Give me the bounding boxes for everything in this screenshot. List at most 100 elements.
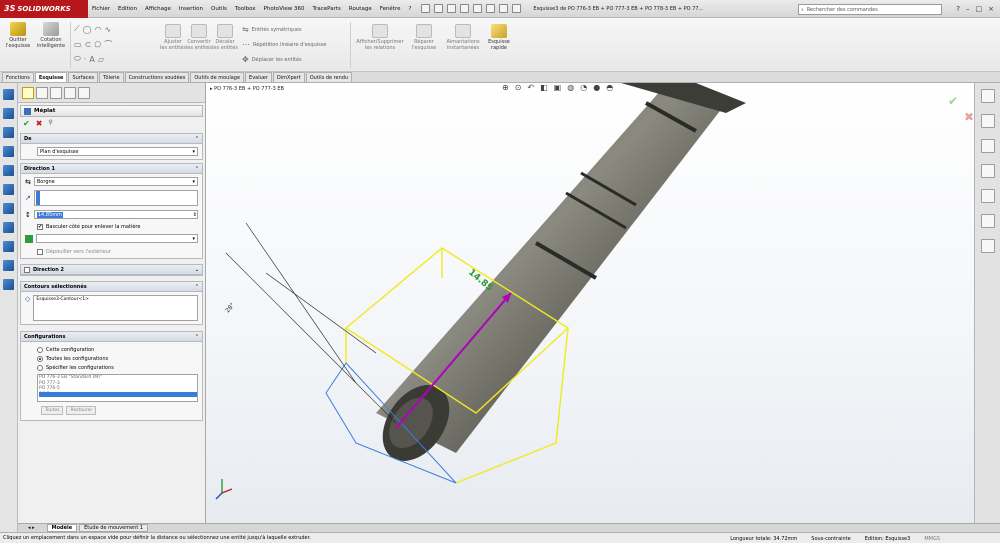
contour-item[interactable]: Esquisse3-Contour<1> (36, 297, 88, 302)
extrude-boss-icon[interactable] (3, 89, 14, 100)
menu-fenetre[interactable]: Fenêtre (376, 6, 405, 12)
display-manager-tab-icon[interactable] (78, 86, 90, 99)
arc-icon[interactable]: ◠ (95, 25, 102, 34)
menu-traceparts[interactable]: TraceParts (309, 6, 345, 12)
options-icon[interactable] (512, 4, 522, 13)
help-icon[interactable]: ? (956, 5, 960, 13)
rapid-sketch-button[interactable]: Esquisse rapide (484, 24, 514, 51)
graphics-area[interactable]: ▸ PO 776-3 EB + PO 777-3 EB ⊕ ⊙ ↶ ◧ ▣ ◍ … (206, 83, 1000, 523)
configuration-manager-tab-icon[interactable] (50, 86, 62, 99)
direction1-group-header[interactable]: Direction 1 ⌃ (21, 164, 202, 174)
shell-icon[interactable] (3, 260, 14, 271)
radio[interactable] (37, 356, 43, 362)
spline-icon[interactable]: ∿ (105, 25, 112, 34)
direction-vector-box[interactable] (33, 190, 198, 206)
rebuild-icon[interactable] (499, 4, 509, 13)
convert-entities-button[interactable]: Convertir les entités (186, 24, 212, 51)
config-list[interactable]: PO 776-3 EB "Standard (M)" PO 777-3 PO 7… (37, 374, 198, 402)
trim-entities-button[interactable]: Ajuster les entités (160, 24, 186, 51)
close-icon[interactable]: × (988, 5, 994, 13)
save-icon[interactable] (447, 4, 457, 13)
pattern-feature-icon[interactable] (3, 222, 14, 233)
dimxpert-tab-icon[interactable] (64, 86, 76, 99)
property-manager-tab-icon[interactable] (36, 86, 48, 99)
rectangle-icon[interactable]: ▭ (74, 40, 82, 49)
cancel-button[interactable]: ✖ (36, 119, 43, 128)
units-selector[interactable]: MMGS (924, 536, 940, 542)
radio-all-configs[interactable]: Toutes les configurations (37, 356, 198, 362)
draft-icon[interactable] (25, 234, 33, 243)
angle-dimension[interactable]: 28° (224, 302, 236, 315)
menu-routage[interactable]: Routage (345, 6, 376, 12)
maximize-icon[interactable]: □ (976, 5, 983, 13)
circle-icon[interactable]: ◯ (83, 25, 92, 34)
forum-icon[interactable] (980, 239, 995, 253)
fillet-feature-icon[interactable] (3, 203, 14, 214)
menu-insertion[interactable]: Insertion (175, 6, 207, 12)
solidworks-logo[interactable]: 3S SOLIDWORKS (0, 0, 88, 18)
tab-tolerie[interactable]: Tôlerie (99, 72, 124, 82)
confirmation-corner[interactable]: ✔ ✖ (948, 94, 974, 124)
radio[interactable] (37, 365, 43, 371)
tab-outils-moulage[interactable]: Outils de moulage (190, 72, 245, 82)
depth-input[interactable]: 14.85mm ⇕ (33, 210, 198, 219)
reference-geometry-icon[interactable] (3, 279, 14, 290)
push-pin-icon[interactable]: ⚲ (48, 119, 52, 128)
flip-side-checkbox[interactable]: ✔ Basculer côté pour enlever la matière (37, 224, 198, 230)
draft-outward-checkbox[interactable]: Dépouiller vers l'extérieur (37, 249, 198, 255)
menu-toolbox[interactable]: Toolbox (231, 6, 260, 12)
quick-snaps-button[interactable]: Aimantations instantanées (444, 24, 482, 51)
radio[interactable] (37, 347, 43, 353)
from-select[interactable]: Plan d'esquisse ▾ (37, 147, 198, 156)
open-icon[interactable] (434, 4, 444, 13)
repair-sketch-button[interactable]: Réparer l'esquisse (408, 24, 440, 51)
smart-dimension-button[interactable]: Cotation intelligente (34, 22, 68, 49)
menu-photoview[interactable]: PhotoView 360 (260, 6, 309, 12)
mirror-entities-button[interactable]: ⇋ Entités symétriques (242, 25, 302, 34)
radio-this-config[interactable]: Cette configuration (37, 347, 198, 353)
checkbox[interactable]: ✔ (37, 224, 43, 230)
exit-sketch-button[interactable]: Quitter l'esquisse (4, 22, 32, 49)
tab-dimxpert[interactable]: DimXpert (272, 72, 305, 82)
tab-modele[interactable]: Modèle (46, 524, 78, 532)
feature-manager-tab-icon[interactable] (22, 86, 34, 99)
spin-icon[interactable]: ⇕ (193, 212, 197, 218)
extrude-cut-icon[interactable] (3, 165, 14, 176)
menu-outils[interactable]: Outils (207, 6, 231, 12)
appearances-icon[interactable] (980, 189, 995, 203)
offset-entities-button[interactable]: Décaler les entités (212, 24, 238, 51)
tab-evaluer[interactable]: Evaluer (245, 72, 272, 82)
revolve-cut-icon[interactable] (3, 184, 14, 195)
list-item[interactable]: PO 7... (39, 391, 197, 397)
plane-icon[interactable]: ▱ (98, 55, 104, 64)
custom-properties-icon[interactable] (980, 214, 995, 228)
scroll-arrows-icon[interactable]: ◂ ▸ (18, 525, 45, 531)
configurations-group-header[interactable]: Configurations ⌃ (21, 332, 202, 342)
tab-esquisse[interactable]: Esquisse (34, 72, 68, 82)
shaft-part[interactable] (369, 83, 746, 473)
move-entities-button[interactable]: ✥ Déplacer les entités (242, 55, 302, 64)
print-icon[interactable] (460, 4, 470, 13)
file-explorer-icon[interactable] (980, 139, 995, 153)
select-all-button[interactable]: Toutes (41, 406, 64, 415)
new-doc-icon[interactable] (421, 4, 431, 13)
tab-constructions-soudees[interactable]: Constructions soudées (124, 72, 190, 82)
line-icon[interactable]: ⟋ (74, 24, 80, 34)
text-icon[interactable]: A (89, 55, 94, 64)
ok-button[interactable]: ✔ (23, 119, 30, 128)
sweep-icon[interactable] (3, 127, 14, 138)
rib-icon[interactable] (3, 241, 14, 252)
minimize-icon[interactable]: – (966, 5, 970, 13)
menu-fichier[interactable]: Fichier (88, 6, 114, 12)
display-relations-button[interactable]: Afficher/Supprimer les relations (356, 24, 404, 51)
menu-affichage[interactable]: Affichage (141, 6, 175, 12)
radio-specify-configs[interactable]: Spécifier les configurations (37, 365, 198, 371)
menu-edition[interactable]: Edition (114, 6, 141, 12)
tab-fonctions[interactable]: Fonctions (2, 72, 34, 82)
undo-icon[interactable] (473, 4, 483, 13)
checkbox[interactable] (24, 266, 30, 273)
tab-surfaces[interactable]: Surfaces (68, 72, 99, 82)
tab-outils-rendu[interactable]: Outils de rendu (305, 72, 353, 82)
end-condition-select[interactable]: Borgne ▾ (33, 177, 198, 186)
design-library-icon[interactable] (980, 114, 995, 128)
